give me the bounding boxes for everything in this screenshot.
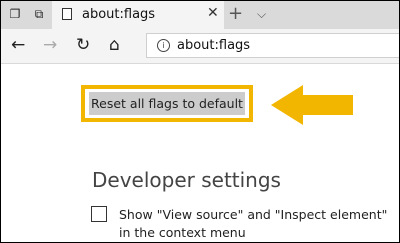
info-icon[interactable]: i [157,39,170,52]
view-source-checkbox[interactable] [91,206,107,222]
pointer-arrow-icon [271,85,353,125]
tabs-aside-icon[interactable]: ⧉ [32,7,46,21]
chevron-down-icon[interactable]: ⌵ [257,7,266,22]
back-icon[interactable]: ← [11,34,25,56]
close-tab-icon[interactable]: ✕ [207,5,219,21]
tab-title: about:flags [82,7,156,22]
forward-icon[interactable]: → [43,34,57,56]
refresh-icon[interactable]: ↻ [76,34,90,56]
tab-about-flags[interactable]: about:flags ✕ [52,1,224,29]
set-tabs-aside-icon[interactable]: ❐ [8,7,22,21]
page-icon [62,8,72,20]
navigation-bar: ← → ↻ ⌂ i about:flags [1,29,399,64]
address-bar[interactable]: i about:flags [146,33,399,58]
reset-all-flags-button[interactable]: Reset all flags to default [89,92,245,115]
home-icon[interactable]: ⌂ [109,34,120,56]
new-tab-icon[interactable]: + [228,3,243,24]
tab-strip: ❐ ⧉ about:flags ✕ + ⌵ [1,1,399,29]
address-text[interactable]: about:flags [177,38,250,53]
view-source-option-label: Show "View source" and "Inspect element"… [119,207,388,240]
developer-settings-heading: Developer settings [92,168,281,192]
flags-page: Reset all flags to default Developer set… [1,64,399,242]
browser-window: ❐ ⧉ about:flags ✕ + ⌵ ← → ↻ ⌂ i about:fl… [0,0,400,243]
